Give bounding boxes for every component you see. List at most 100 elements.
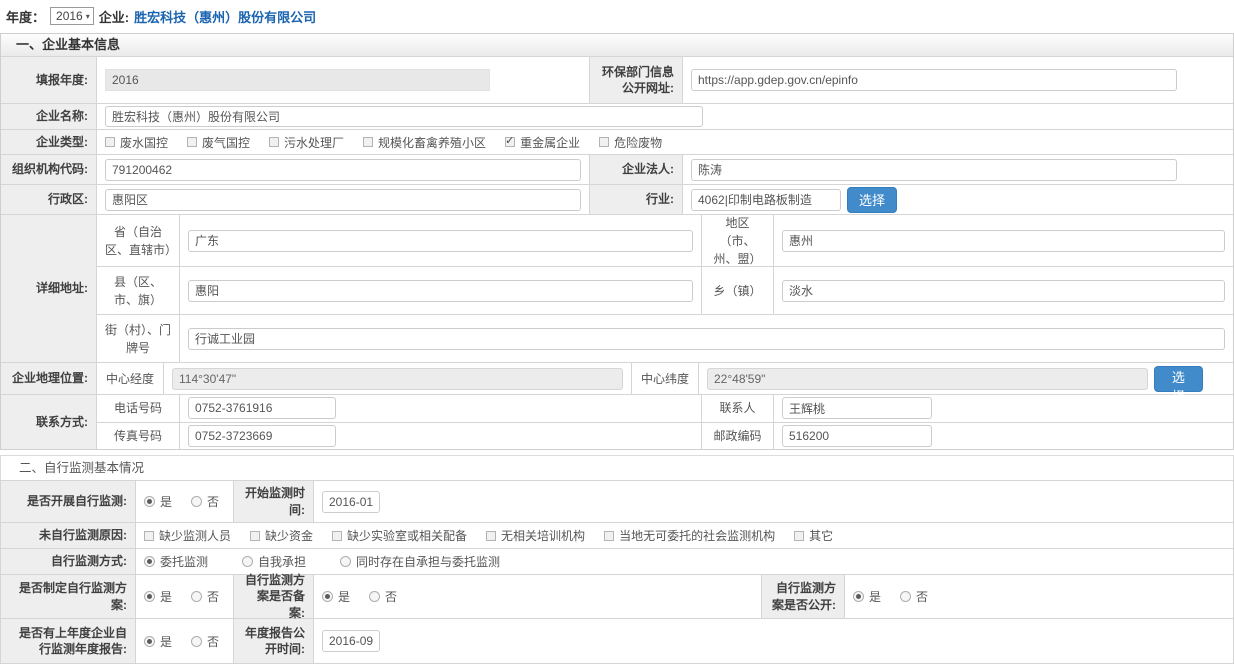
industry-input[interactable] [691,189,841,211]
street-input[interactable] [188,328,1225,350]
address-subrow-3: 街（村）、门牌号 [96,315,1233,362]
town-label: 乡（镇） [713,282,761,300]
carry-out-label: 是否开展自行监测: [27,493,127,509]
start-time-input[interactable] [322,491,380,513]
contact-subtable: 电话号码 联系人 传真号码 [96,395,1233,449]
town-value-cell [773,267,1233,314]
industry-select-button[interactable]: 选择 [847,187,897,213]
carry-out-no-radio[interactable] [191,496,202,507]
geo-select-button[interactable]: 选择 [1154,366,1203,392]
lng-input[interactable] [172,368,623,390]
env-url-value-cell [682,57,1233,103]
row-contact: 联系方式: 电话号码 联系人 [1,395,1233,449]
method-self-radio[interactable] [242,556,253,567]
report-time-value-cell [313,619,1233,663]
contact-subrow-1: 电话号码 联系人 [96,395,1233,423]
address-label-cell: 详细地址: [1,215,96,362]
plan-public-label-cell: 自行监测方案是否公开: [761,575,844,618]
county-value-cell [179,267,701,314]
company-name-input[interactable] [105,106,703,127]
org-code-input[interactable] [105,159,581,181]
annual-report-no-radio[interactable] [191,636,202,647]
checkbox-lack-lab[interactable] [332,531,342,541]
fax-label: 传真号码 [114,427,162,445]
legal-person-input[interactable] [691,159,1177,181]
carry-out-label-cell: 是否开展自行监测: [1,481,135,522]
report-time-input[interactable] [322,630,380,652]
plan-no-radio[interactable] [191,591,202,602]
company-label: 企业: [99,7,129,26]
town-label-cell: 乡（镇） [701,267,773,314]
method-entrust-radio[interactable] [144,556,155,567]
plan-public-no-radio[interactable] [900,591,911,602]
lng-value-cell [163,363,631,394]
fill-year-input[interactable] [105,69,490,91]
town-input[interactable] [782,280,1225,302]
legal-person-label-cell: 企业法人: [589,155,682,184]
year-select[interactable]: 2016 ▾ [50,7,94,25]
annual-report-label: 是否有上年度企业自行监测年度报告: [9,625,127,657]
zip-label-cell: 邮政编码 [701,423,773,450]
section2-title: 二、自行监测基本情况 [0,455,1234,480]
county-input[interactable] [188,280,693,302]
checkbox-hazardous-waste[interactable] [599,137,609,147]
contact-subrow-2: 传真号码 邮政编码 [96,423,1233,450]
province-value-cell [179,215,701,266]
row-geo: 企业地理位置: 中心经度 中心纬度 选择 [1,363,1233,395]
lat-label: 中心纬度 [641,370,689,388]
no-monitor-reason-label: 未自行监测原因: [39,527,127,543]
section2-table: 是否开展自行监测: 是 否 开始监测时间: 未自行监测原因: 缺少监测人员 缺少… [0,480,1234,664]
checkbox-no-local-agency[interactable] [604,531,614,541]
province-input[interactable] [188,230,693,252]
env-url-label: 环保部门信息公开网址: [598,64,674,96]
checkbox-wastegas[interactable] [187,137,197,147]
row-annual-report: 是否有上年度企业自行监测年度报告: 是 否 年度报告公开时间: [1,619,1233,663]
checkbox-sewage-plant[interactable] [269,137,279,147]
plan-yes-radio[interactable] [144,591,155,602]
geo-label-cell: 企业地理位置: [1,363,96,394]
person-input[interactable] [782,397,932,419]
fax-input[interactable] [188,425,336,447]
plan-label-cell: 是否制定自行监测方案: [1,575,135,618]
fill-year-value-cell [96,57,589,103]
city-input[interactable] [782,230,1225,252]
checkbox-other[interactable] [794,531,804,541]
zip-input[interactable] [782,425,932,447]
person-value-cell [773,395,1233,422]
city-label-cell: 地区（市、州、盟） [701,215,773,266]
county-label-cell: 县（区、市、旗） [96,267,179,314]
plan-filed-yes-radio[interactable] [322,591,333,602]
lng-label-cell: 中心经度 [96,363,163,394]
street-label-cell: 街（村）、门牌号 [96,315,179,362]
district-input[interactable] [105,189,581,211]
district-label-cell: 行政区: [1,185,96,214]
street-value-cell [179,315,1233,362]
lat-input[interactable] [707,368,1148,390]
plan-public-yes-radio[interactable] [853,591,864,602]
checkbox-heavy-metal[interactable] [505,137,515,147]
checkbox-no-training-org[interactable] [486,531,496,541]
row-district: 行政区: 行业: 选择 [1,185,1233,215]
checkbox-wastewater[interactable] [105,137,115,147]
company-name-label: 企业名称: [36,108,88,124]
row-company-name: 企业名称: [1,104,1233,130]
org-code-value-cell [96,155,589,184]
start-time-value-cell [313,481,1233,522]
checkbox-lack-staff[interactable] [144,531,154,541]
year-select-value: 2016 [56,9,83,23]
lat-value-cell: 选择 [698,363,1233,394]
no-monitor-reason-label-cell: 未自行监测原因: [1,523,135,548]
plan-value-cell: 是 否 [135,575,233,618]
carry-out-yes-radio[interactable] [144,496,155,507]
company-name-link[interactable]: 胜宏科技（惠州）股份有限公司 [134,7,316,26]
section1-title: 一、企业基本信息 [1,34,1233,57]
company-type-options-cell: 废水国控 废气国控 污水处理厂 规模化畜禽养殖小区 重金属企业 危险废物 [96,130,1233,154]
method-both-radio[interactable] [340,556,351,567]
plan-filed-no-radio[interactable] [369,591,380,602]
checkbox-lack-funds[interactable] [250,531,260,541]
env-url-input[interactable] [691,69,1177,91]
district-label: 行政区: [48,191,88,207]
annual-report-yes-radio[interactable] [144,636,155,647]
checkbox-livestock[interactable] [363,137,373,147]
phone-input[interactable] [188,397,336,419]
